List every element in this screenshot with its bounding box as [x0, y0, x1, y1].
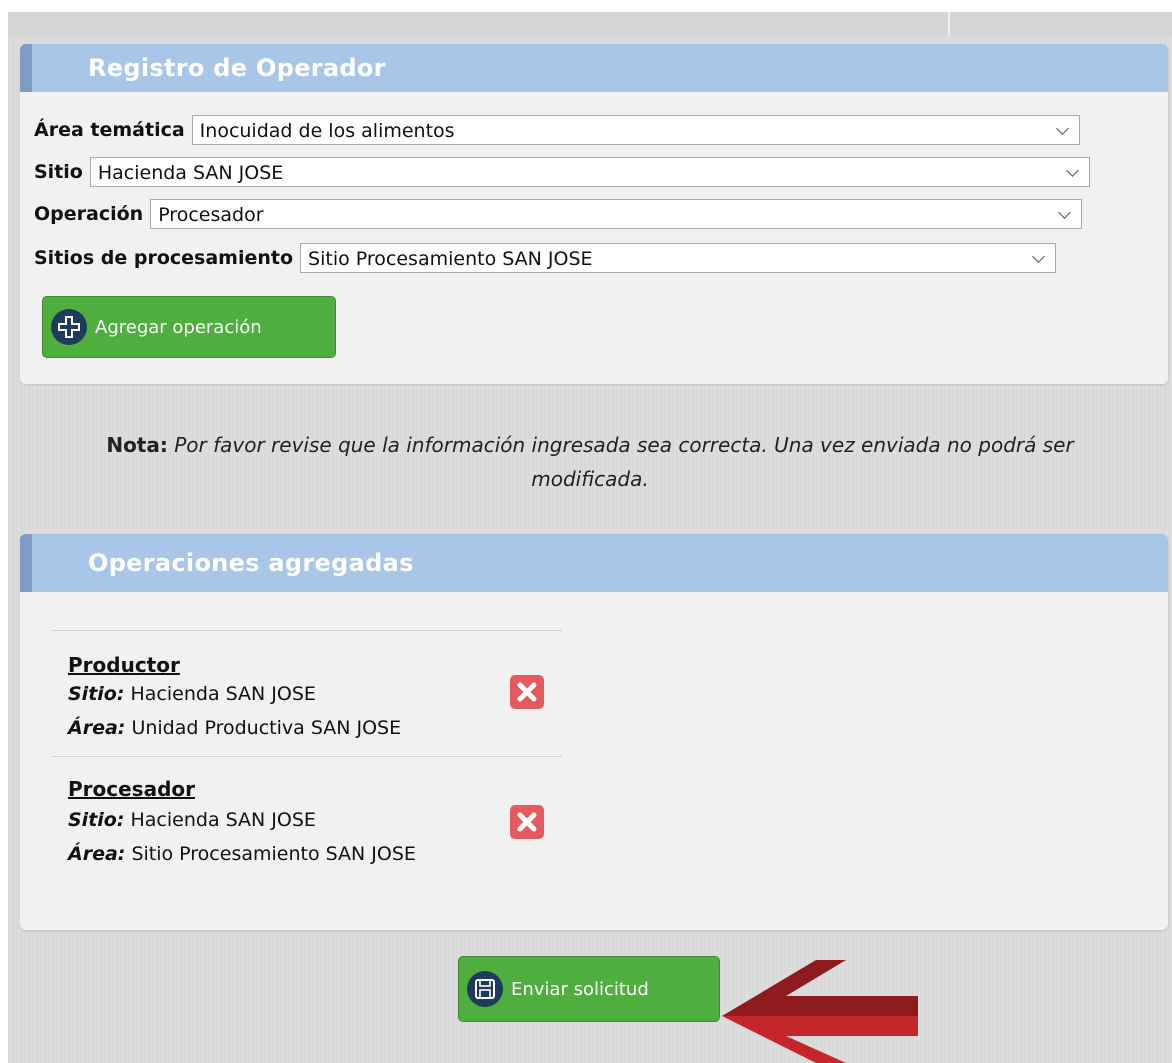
area-tematica-value: Inocuidad de los alimentos [199, 120, 455, 142]
area-tematica-row: Área temática Inocuidad de los alimentos [34, 114, 1080, 146]
registro-panel: Registro de Operador Área temática Inocu… [20, 44, 1168, 384]
submit-button[interactable]: Enviar solicitud [458, 956, 720, 1022]
plus-icon [51, 309, 87, 345]
sitios-procesamiento-select[interactable]: Sitio Procesamiento SAN JOSE [300, 243, 1057, 273]
add-operation-button[interactable]: Agregar operación [42, 296, 336, 358]
sitio-select[interactable]: Hacienda SAN JOSE [89, 157, 1090, 187]
note-text: Nota: Por favor revise que la informació… [8, 428, 1172, 496]
top-bar [8, 12, 1172, 36]
top-strip [8, 0, 1172, 12]
header-accent [20, 44, 32, 92]
sitios-procesamiento-row: Sitios de procesamiento Sitio Procesamie… [34, 242, 1057, 274]
close-icon [517, 682, 537, 702]
sitio-label: Sitio: [68, 809, 125, 831]
save-icon [467, 971, 503, 1007]
sitio-row: Sitio Hacienda SAN JOSE [34, 156, 1090, 188]
chevron-down-icon [1032, 250, 1045, 263]
area-tematica-label: Área temática [34, 119, 185, 141]
submit-label: Enviar solicitud [511, 978, 649, 1000]
arrow-annotation-icon [722, 960, 918, 1063]
chevron-down-icon [1065, 164, 1079, 177]
area-tematica-select[interactable]: Inocuidad de los alimentos [191, 115, 1080, 145]
sitios-procesamiento-label: Sitios de procesamiento [34, 247, 294, 269]
registro-title: Registro de Operador [88, 54, 386, 82]
list-item: Productor Sitio: Hacienda SAN JOSE Área:… [52, 630, 562, 755]
sitio-label: Sitio: [68, 683, 125, 705]
area-label: Área: [68, 717, 126, 739]
operacion-value: Procesador [158, 204, 264, 226]
add-operation-label: Agregar operación [95, 316, 262, 338]
operation-area: Área: Unidad Productiva SAN JOSE [68, 717, 401, 739]
sitio-label: Sitio [34, 161, 83, 183]
note-prefix: Nota: [106, 433, 168, 457]
chevron-down-icon [1058, 206, 1072, 219]
note-line1: Por favor revise que la información ingr… [174, 433, 1074, 457]
chevron-down-icon [1055, 122, 1069, 135]
operaciones-title: Operaciones agregadas [88, 549, 414, 577]
registro-panel-header: Registro de Operador [20, 44, 1168, 92]
operaciones-panel: Operaciones agregadas Productor Sitio: H… [20, 534, 1168, 930]
operaciones-panel-header: Operaciones agregadas [20, 534, 1168, 592]
operation-sitio: Sitio: Hacienda SAN JOSE [68, 809, 316, 831]
delete-button[interactable] [510, 675, 544, 709]
sitios-procesamiento-value: Sitio Procesamiento SAN JOSE [308, 248, 593, 270]
delete-button[interactable] [510, 805, 544, 839]
operation-name: Procesador [68, 777, 196, 801]
area-label: Área: [68, 843, 126, 865]
note-line2: modificada. [531, 467, 649, 491]
header-accent [20, 534, 32, 592]
top-bar-separator [948, 12, 950, 36]
operation-area: Área: Sitio Procesamiento SAN JOSE [68, 843, 416, 865]
sitio-value: Hacienda SAN JOSE [130, 809, 316, 831]
operacion-row: Operación Procesador [34, 198, 1083, 230]
area-value: Sitio Procesamiento SAN JOSE [131, 843, 416, 865]
sitio-value: Hacienda SAN JOSE [130, 683, 316, 705]
operation-sitio: Sitio: Hacienda SAN JOSE [68, 683, 316, 705]
list-item: Procesador Sitio: Hacienda SAN JOSE Área… [52, 756, 562, 887]
area-value: Unidad Productiva SAN JOSE [131, 717, 402, 739]
page-background: Registro de Operador Área temática Inocu… [8, 0, 1172, 1063]
close-icon [517, 812, 537, 832]
operacion-label: Operación [34, 203, 144, 225]
operation-name: Productor [68, 653, 180, 677]
operacion-select[interactable]: Procesador [150, 199, 1083, 229]
sitio-value: Hacienda SAN JOSE [97, 162, 284, 184]
